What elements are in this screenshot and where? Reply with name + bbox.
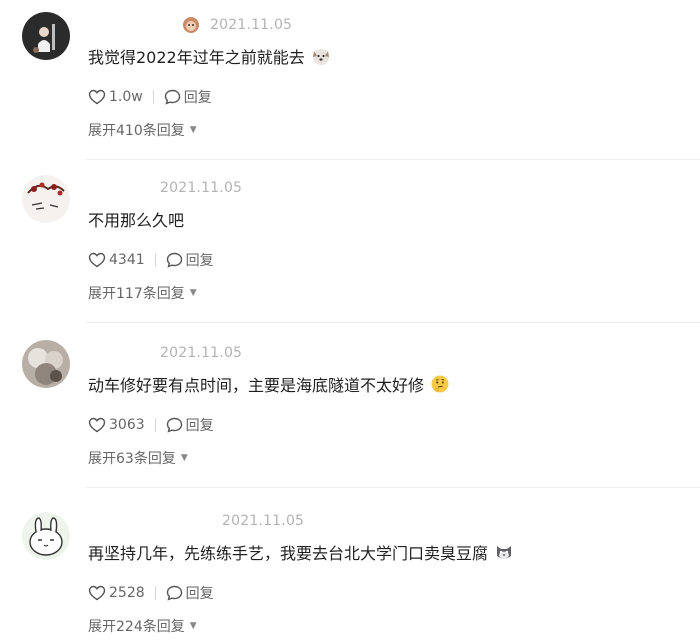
expand-replies-button[interactable]: 展开117条回复 ▼: [88, 283, 197, 303]
thinking-face-icon: [431, 375, 449, 393]
avatar[interactable]: [22, 12, 70, 60]
comment-meta: 2021.11.05: [222, 510, 304, 532]
avatar[interactable]: [22, 512, 70, 560]
action-divider: [154, 418, 156, 432]
like-button[interactable]: 2528: [88, 585, 145, 601]
heart-icon: [88, 417, 106, 433]
heart-icon: [88, 89, 106, 105]
action-divider: [152, 90, 154, 104]
reply-button[interactable]: 回复: [166, 415, 214, 435]
reply-button[interactable]: 回复: [166, 583, 214, 603]
comment-item: 2021.11.05 不用那么久吧 4341 回复 展开117条回复 ▼: [0, 163, 700, 323]
expand-replies-label: 展开63条回复: [88, 451, 176, 467]
avatar[interactable]: [22, 340, 70, 388]
comment-meta: 2021.11.05: [160, 342, 242, 364]
comment-text-content: 我觉得2022年过年之前就能去: [88, 48, 305, 67]
comment-item: 2021.11.05 再坚持几年，先练练手艺，我要去台北大学门口卖臭豆腐 252…: [0, 494, 700, 644]
comment-text: 我觉得2022年过年之前就能去: [88, 44, 331, 68]
comment-text: 不用那么久吧: [88, 207, 184, 231]
reply-bubble-icon: [164, 89, 180, 105]
reply-label: 回复: [185, 418, 214, 434]
comment-date: 2021.11.05: [222, 513, 305, 529]
comment-text-content: 动车修好要有点时间，主要是海底隧道不太好修: [88, 376, 425, 395]
caret-down-icon: ▼: [189, 125, 197, 135]
action-divider: [154, 253, 156, 267]
caret-down-icon: ▼: [180, 453, 188, 463]
reply-label: 回复: [185, 253, 214, 269]
like-count: 2528: [109, 585, 145, 601]
cat-face-icon: [497, 546, 512, 559]
avatar-image: [22, 175, 70, 223]
heart-icon: [88, 585, 106, 601]
avatar-image: [22, 340, 70, 388]
avatar-image: [22, 512, 70, 560]
comment-divider: [86, 159, 700, 160]
comment-actions: 2528 回复: [88, 582, 214, 604]
comment-actions: 1.0w 回复: [88, 86, 212, 108]
reply-button[interactable]: 回复: [164, 87, 212, 107]
comment-meta: 2021.11.05: [182, 14, 292, 36]
comment-item: 2021.11.05 动车修好要有点时间，主要是海底隧道不太好修 3063 回复…: [0, 328, 700, 488]
monkey-badge-icon: [183, 17, 199, 33]
reply-bubble-icon: [166, 252, 182, 268]
reply-button[interactable]: 回复: [166, 250, 214, 270]
like-count: 4341: [109, 252, 145, 268]
action-divider: [154, 586, 156, 600]
comment-actions: 4341 回复: [88, 249, 214, 271]
comment-text-content: 再坚持几年，先练练手艺，我要去台北大学门口卖臭豆腐: [88, 544, 489, 563]
like-count: 1.0w: [109, 89, 143, 105]
comment-item: 2021.11.05 我觉得2022年过年之前就能去 1.0w 回复 展开410…: [0, 0, 700, 160]
reply-bubble-icon: [166, 585, 182, 601]
comment-divider: [86, 322, 700, 323]
reply-label: 回复: [183, 90, 212, 106]
expand-replies-button[interactable]: 展开410条回复 ▼: [88, 120, 197, 140]
comment-date: 2021.11.05: [160, 345, 243, 361]
expand-replies-label: 展开224条回复: [88, 619, 185, 635]
comment-actions: 3063 回复: [88, 414, 214, 436]
comment-text-content: 不用那么久吧: [88, 211, 185, 230]
like-button[interactable]: 3063: [88, 417, 145, 433]
caret-down-icon: ▼: [189, 621, 197, 631]
comment-meta: 2021.11.05: [160, 177, 242, 199]
comment-date: 2021.11.05: [160, 180, 243, 196]
comment-text: 再坚持几年，先练练手艺，我要去台北大学门口卖臭豆腐: [88, 540, 514, 564]
comment-text: 动车修好要有点时间，主要是海底隧道不太好修: [88, 372, 450, 396]
comment-list: 2021.11.05 我觉得2022年过年之前就能去 1.0w 回复 展开410…: [0, 0, 700, 644]
avatar[interactable]: [22, 175, 70, 223]
like-count: 3063: [109, 417, 145, 433]
avatar-image: [22, 12, 70, 60]
expand-replies-label: 展开117条回复: [88, 286, 185, 302]
expand-replies-label: 展开410条回复: [88, 123, 185, 139]
comment-divider: [86, 487, 700, 488]
like-button[interactable]: 1.0w: [88, 89, 143, 105]
heart-icon: [88, 252, 106, 268]
comment-date: 2021.11.05: [210, 17, 293, 33]
reply-bubble-icon: [166, 417, 182, 433]
caret-down-icon: ▼: [189, 288, 197, 298]
like-button[interactable]: 4341: [88, 252, 145, 268]
expand-replies-button[interactable]: 展开63条回复 ▼: [88, 448, 188, 468]
expand-replies-button[interactable]: 展开224条回复 ▼: [88, 616, 197, 636]
reply-label: 回复: [185, 586, 214, 602]
dog-face-icon: [312, 49, 329, 65]
